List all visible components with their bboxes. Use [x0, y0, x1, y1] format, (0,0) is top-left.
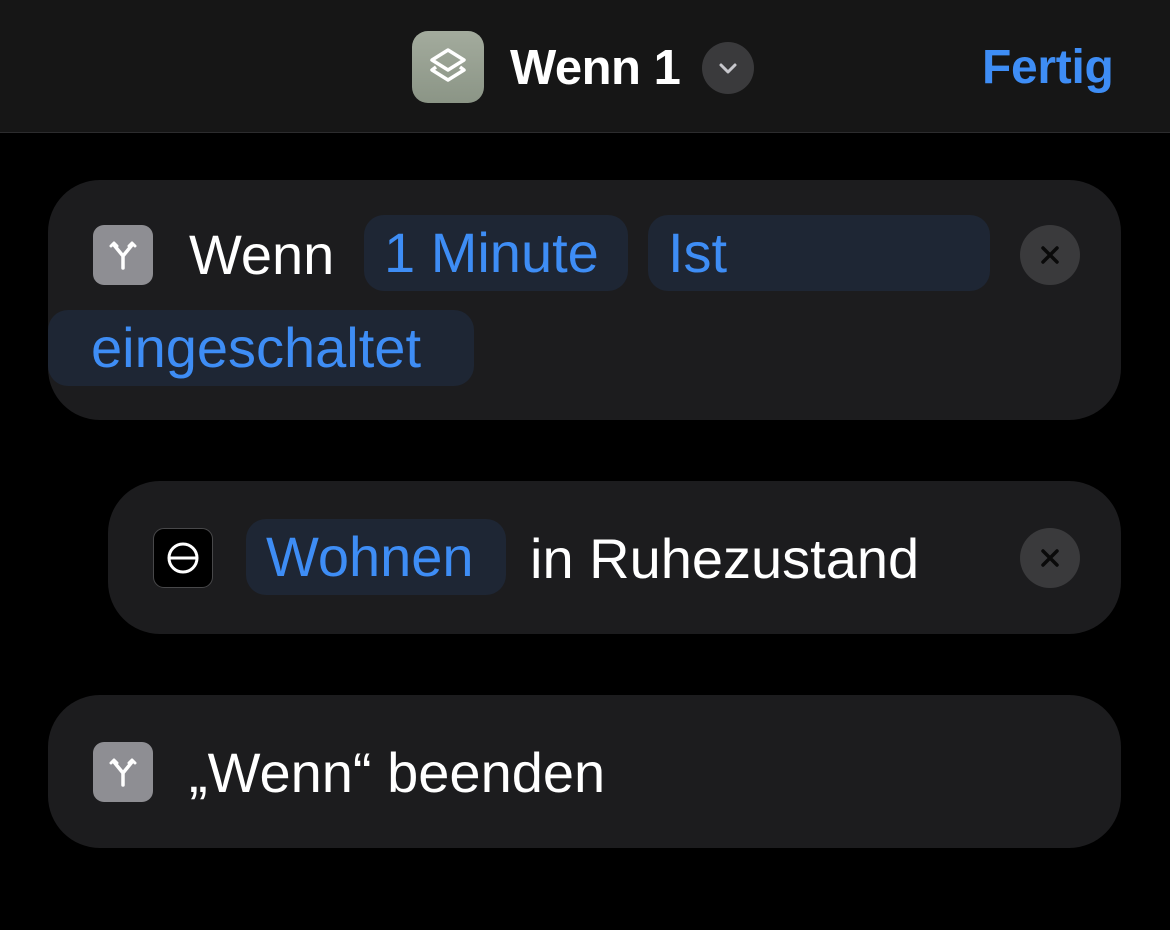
title-menu-button[interactable] — [702, 42, 754, 94]
condition-value-token[interactable]: eingeschaltet — [48, 310, 474, 386]
if-action-card[interactable]: Wenn 1 Minute Ist eingeschaltet — [48, 180, 1121, 420]
shortcut-title[interactable]: Wenn 1 — [510, 38, 681, 98]
condition-token[interactable]: Ist — [648, 215, 990, 291]
shortcuts-icon[interactable] — [412, 31, 484, 103]
close-icon — [1041, 549, 1059, 567]
scene-icon — [153, 528, 213, 588]
duration-token[interactable]: 1 Minute — [364, 215, 628, 291]
home-token[interactable]: Wohnen — [246, 519, 506, 595]
remove-action-button[interactable] — [1020, 225, 1080, 285]
scene-action-card[interactable]: Wohnen in Ruhezustand — [108, 481, 1121, 634]
chevron-down-icon — [719, 63, 737, 74]
close-icon — [1041, 246, 1059, 264]
branch-icon — [93, 742, 153, 802]
end-if-label: „Wenn“ beenden — [189, 741, 606, 804]
branch-icon — [93, 225, 153, 285]
end-if-action-card[interactable]: „Wenn“ beenden — [48, 695, 1121, 848]
scene-state-label: in Ruhezustand — [530, 527, 920, 590]
done-button[interactable]: Fertig — [982, 38, 1114, 98]
remove-action-button[interactable] — [1020, 528, 1080, 588]
if-label: Wenn — [189, 223, 335, 286]
navigation-bar: Wenn 1 Fertig — [0, 0, 1170, 133]
